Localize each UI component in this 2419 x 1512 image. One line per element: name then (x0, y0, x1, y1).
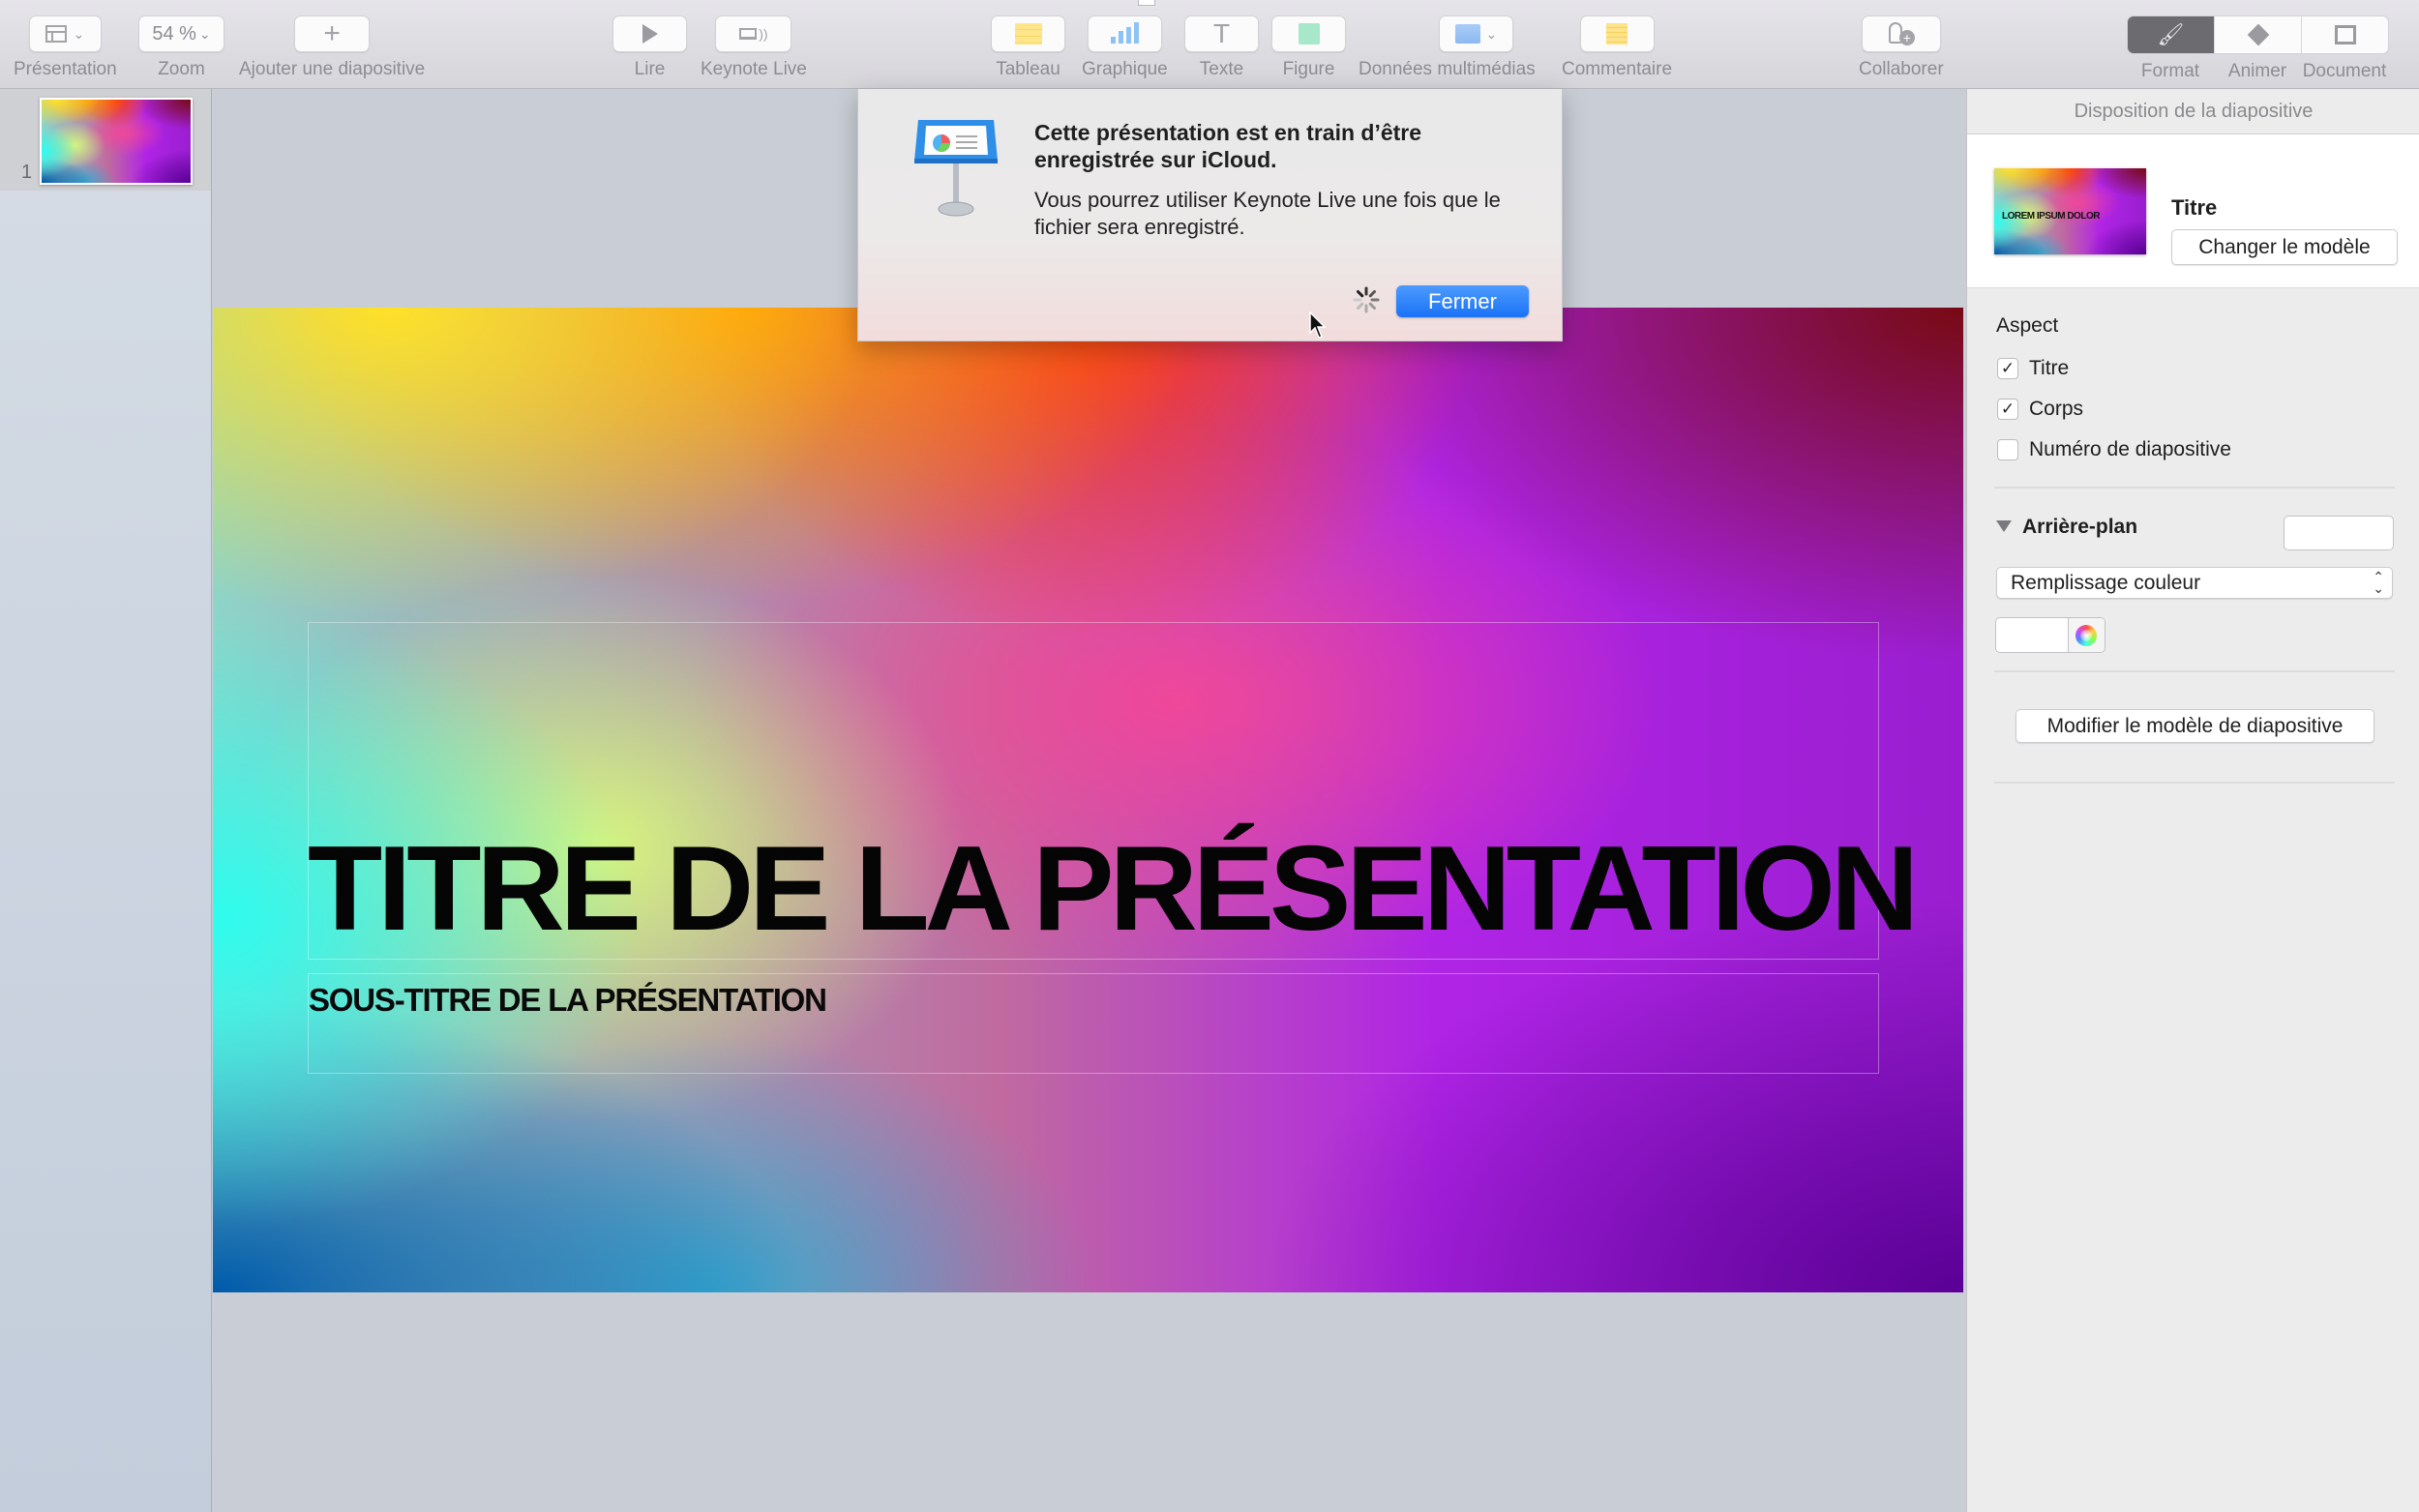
divider (1994, 670, 2395, 672)
plus-icon: + (323, 17, 341, 49)
checkbox-label: Titre (2029, 357, 2070, 379)
checkbox[interactable]: ✓ (1997, 399, 2018, 420)
toolbar-label: Ajouter une diapositive (239, 59, 426, 79)
media-icon (1455, 24, 1481, 44)
slide-thumbnail[interactable] (40, 98, 193, 185)
format-inspector: Disposition de la diapositive LOREM IPSU… (1966, 89, 2419, 1512)
color-wheel-icon (2076, 625, 2097, 646)
toolbar-label: Tableau (996, 59, 1060, 79)
toolbar-label: Zoom (158, 59, 205, 79)
toolbar-item-table[interactable]: Tableau (991, 15, 1065, 80)
edit-master-button[interactable]: Modifier le modèle de diapositive (2016, 709, 2374, 743)
keynote-live-icon (739, 28, 758, 40)
toolbar-label: Graphique (1082, 59, 1168, 79)
toolbar-item-play[interactable]: Lire (612, 15, 687, 80)
slide-subtitle[interactable]: SOUS-TITRE DE LA PRÉSENTATION (309, 982, 827, 1019)
toolbar-label: Figure (1282, 59, 1335, 79)
progress-spinner-icon (1353, 286, 1380, 313)
disclosure-triangle-icon[interactable] (1996, 520, 2012, 532)
toolbar-label: Commentaire (1562, 59, 1673, 79)
fill-type-popup[interactable]: Remplissage couleur ⌃ ⌄ (1996, 567, 2393, 599)
zoom-value: 54 % (152, 22, 196, 44)
paintbrush-icon: 🖌 (2157, 22, 2185, 46)
dialog-title: Cette présentation est en train d’être e… (1034, 120, 1422, 172)
inspector-tabs: 🖌 Format Animer Document (2127, 15, 2389, 82)
chart-icon (1110, 22, 1139, 44)
slide-navigator: 1 (0, 89, 212, 1512)
fill-type-value: Remplissage couleur (2011, 572, 2201, 594)
tab-format[interactable]: 🖌 (2128, 16, 2214, 53)
checkbox[interactable] (1997, 439, 2018, 460)
slide-number: 1 (21, 162, 33, 183)
toolbar-label: Présentation (14, 59, 117, 79)
table-icon (1014, 23, 1042, 44)
toolbar-item-keynote-live[interactable]: )) Keynote Live (701, 15, 807, 80)
toolbar-item-media[interactable]: ⌄ Données multimédias (1359, 15, 1536, 80)
play-icon (642, 24, 658, 44)
shape-icon (1298, 23, 1320, 44)
collaborate-icon: + (1887, 22, 1916, 45)
aspect-section-title: Aspect (1996, 314, 2059, 337)
background-preview-well[interactable] (2284, 516, 2394, 550)
toolbar-label: Keynote Live (701, 59, 807, 79)
close-button[interactable]: Fermer (1396, 285, 1529, 317)
toolbar-item-chart[interactable]: Graphique (1082, 15, 1168, 80)
window-title-marker (1138, 0, 1155, 6)
master-thumbnail-text: LOREM IPSUM DOLOR (2002, 211, 2100, 222)
dialog-message: Vous pourrez utiliser Keynote Live une f… (1034, 188, 1501, 239)
toolbar: ⌄ Présentation 54 % ⌄ Zoom + Ajouter une… (0, 0, 2419, 89)
slide-title[interactable]: TITRE DE LA PRÉSENTATION (308, 820, 1919, 958)
toolbar-item-add-slide[interactable]: + Ajouter une diapositive (239, 15, 425, 80)
tab-animate[interactable] (2214, 16, 2301, 53)
toolbar-item-zoom[interactable]: 54 % ⌄ Zoom (138, 15, 224, 80)
divider (1994, 487, 2395, 489)
background-color-well[interactable] (1995, 617, 2105, 653)
tab-document-label: Document (2302, 61, 2387, 81)
tab-format-label: Format (2140, 61, 2200, 81)
checkbox[interactable]: ✓ (1997, 358, 2018, 379)
chevron-down-icon: ⌄ (73, 25, 85, 42)
tab-animate-label: Animer (2227, 61, 2287, 81)
slide-master-section: LOREM IPSUM DOLOR Titre Changer le modèl… (1967, 134, 2419, 288)
chevron-down-icon: ⌄ (1485, 25, 1498, 42)
comment-icon (1606, 23, 1628, 44)
slide[interactable]: TITRE DE LA PRÉSENTATION SOUS-TITRE DE L… (213, 308, 1963, 1292)
text-icon: T (1212, 18, 1231, 48)
keynote-app-icon (914, 120, 998, 217)
master-thumbnail[interactable]: LOREM IPSUM DOLOR (1994, 168, 2146, 254)
tab-document[interactable] (2301, 16, 2388, 53)
chevron-down-icon: ⌄ (198, 25, 211, 42)
toolbar-label: Texte (1199, 59, 1244, 79)
document-icon (2334, 25, 2356, 44)
toolbar-item-presentation[interactable]: ⌄ Présentation (14, 15, 117, 80)
checkbox-title[interactable]: ✓ Titre (1997, 357, 2069, 380)
toolbar-item-collaborate[interactable]: + Collaborer (1859, 15, 1944, 80)
icloud-saving-dialog: Cette présentation est en train d’être e… (857, 89, 1563, 341)
toolbar-item-comment[interactable]: Commentaire (1562, 15, 1672, 80)
toolbar-label: Lire (634, 59, 666, 79)
toolbar-item-text[interactable]: T Texte (1184, 15, 1259, 80)
background-section-title: Arrière-plan (2022, 516, 2138, 538)
view-layout-icon (45, 25, 68, 43)
inspector-header: Disposition de la diapositive (1967, 89, 2419, 134)
divider (1994, 782, 2395, 784)
animate-diamond-icon (2247, 23, 2269, 46)
updown-chevron-icon: ⌃ ⌄ (2373, 569, 2384, 596)
mouse-cursor-icon (1309, 311, 1327, 339)
checkbox-body[interactable]: ✓ Corps (1997, 398, 2083, 421)
checkbox-label: Corps (2029, 398, 2084, 420)
slide-thumbnail-row[interactable]: 1 (0, 89, 211, 191)
change-master-button[interactable]: Changer le modèle (2171, 229, 2398, 265)
master-name: Titre (2171, 195, 2218, 220)
toolbar-label: Collaborer (1859, 59, 1944, 79)
color-wheel-button[interactable] (2068, 618, 2105, 652)
toolbar-item-shape[interactable]: Figure (1271, 15, 1346, 80)
checkbox-slide-number[interactable]: Numéro de diapositive (1997, 438, 2231, 461)
toolbar-label: Données multimédias (1359, 59, 1536, 79)
checkbox-label: Numéro de diapositive (2029, 438, 2231, 460)
